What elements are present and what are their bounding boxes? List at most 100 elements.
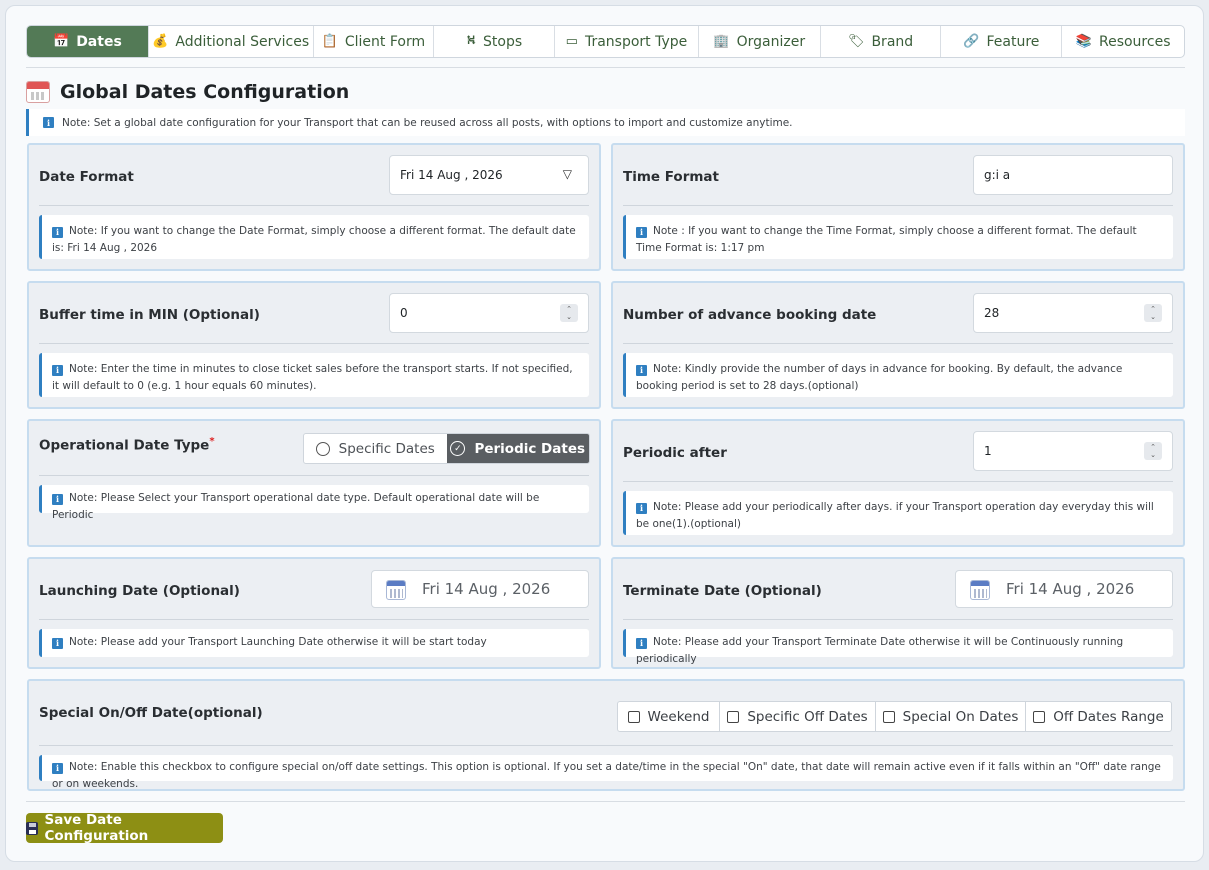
tab-transport-type[interactable]: ▭ Transport Type	[555, 26, 699, 57]
calendar-icon	[26, 81, 50, 103]
checkbox-off-dates-range[interactable]: Off Dates Range	[1026, 702, 1171, 731]
tab-client-form[interactable]: 📋 Client Form	[314, 26, 435, 57]
launching-date-label: Launching Date (Optional)	[39, 583, 240, 599]
advance-booking-card: Number of advance booking date 28 ⌃ ⌄ i No…	[611, 281, 1185, 409]
tab-feature[interactable]: 🔗 Feature	[941, 26, 1063, 57]
terminate-date-card: Terminate Date (Optional) Fri 14 Aug , 2…	[611, 557, 1185, 669]
info-icon: i	[52, 227, 63, 238]
number-spinner[interactable]: ⌃ ⌄	[1144, 304, 1162, 322]
divider	[623, 343, 1173, 344]
info-icon: i	[636, 638, 647, 649]
tab-bar: 📅 Dates 💰 Additional Services 📋 Client Form…	[26, 25, 1185, 58]
buffer-time-label: Buffer time in MIN (Optional)	[39, 307, 260, 323]
buffer-time-input[interactable]: 0 ⌃ ⌄	[389, 293, 589, 333]
buffer-time-note: i Note: Enter the time in minutes to clos…	[39, 353, 589, 397]
divider	[39, 745, 1173, 746]
divider	[623, 205, 1173, 206]
advance-booking-input[interactable]: 28 ⌃ ⌄	[973, 293, 1173, 333]
time-format-input[interactable]: g:i a	[973, 155, 1173, 195]
tab-organizer[interactable]: 🏢 Organizer	[699, 26, 821, 57]
special-dates-label: Special On/Off Date(optional)	[39, 705, 263, 721]
operational-type-label: Operational Date Type*	[39, 436, 215, 454]
settings-panel: 📅 Dates 💰 Additional Services 📋 Client Form…	[5, 5, 1204, 862]
route-icon: ⛕	[466, 33, 476, 48]
divider	[26, 801, 1185, 802]
operational-type-toggle: Specific Dates ✓ Periodic Dates	[303, 433, 590, 464]
page-heading: Global Dates Configuration	[26, 81, 349, 103]
page-title: Global Dates Configuration	[60, 81, 350, 103]
periodic-after-input[interactable]: 1 ⌃ ⌄	[973, 431, 1173, 471]
info-icon: i	[52, 763, 63, 774]
link-icon: 🔗	[963, 34, 980, 49]
divider	[26, 67, 1185, 68]
required-mark: *	[209, 436, 215, 447]
money-bag-icon: 💰	[152, 34, 169, 49]
checkbox-weekend[interactable]: Weekend	[618, 702, 720, 731]
calendar-icon	[386, 580, 406, 600]
launching-date-picker[interactable]: Fri 14 Aug , 2026	[371, 570, 589, 608]
advance-booking-label: Number of advance booking date	[623, 307, 877, 323]
divider	[623, 619, 1173, 620]
info-icon: i	[636, 503, 647, 514]
dropdown-triangle-icon: ▽	[562, 167, 572, 181]
checkbox-icon	[727, 710, 740, 723]
periodic-after-label: Periodic after	[623, 445, 727, 461]
check-circle-icon: ✓	[450, 441, 466, 456]
tab-dates[interactable]: 📅 Dates	[27, 26, 149, 57]
books-icon: 📚	[1075, 34, 1092, 49]
date-format-select[interactable]: Fri 14 Aug , 2026 ▽	[389, 155, 589, 195]
special-dates-card: Special On/Off Date(optional) Weekend Sp…	[27, 679, 1185, 791]
special-dates-checkboxes: Weekend Specific Off Dates Special On Da…	[617, 701, 1172, 732]
tab-resources[interactable]: 📚 Resources	[1062, 26, 1184, 57]
card-icon: ▭	[565, 34, 578, 49]
time-format-label: Time Format	[623, 169, 719, 185]
date-format-card: Date Format Fri 14 Aug , 2026 ▽ i Note: I…	[27, 143, 601, 271]
tag-icon: 🏷	[847, 34, 865, 49]
operational-type-card: Operational Date Type* Specific Dates ✓ P…	[27, 419, 601, 547]
time-format-card: Time Format g:i a i Note : If you want to…	[611, 143, 1185, 271]
building-icon: 🏢	[713, 34, 730, 49]
page-note: i Note: Set a global date configuration …	[26, 109, 1185, 136]
tab-additional-services[interactable]: 💰 Additional Services	[149, 26, 314, 57]
divider	[39, 475, 589, 476]
info-icon: i	[52, 494, 63, 505]
floppy-disk-icon	[26, 821, 39, 835]
info-icon: i	[52, 365, 63, 376]
terminate-date-note: i Note: Please add your Transport Termina…	[623, 629, 1173, 665]
special-dates-note: i Note: Enable this checkbox to configure…	[39, 755, 1173, 790]
number-spinner[interactable]: ⌃ ⌄	[1144, 442, 1162, 460]
advance-booking-note: i Note: Kindly provide the number of days…	[623, 353, 1173, 397]
divider	[39, 205, 589, 206]
info-icon: i	[43, 117, 54, 128]
tab-stops[interactable]: ⛕ Stops	[434, 26, 556, 57]
checkbox-icon	[1033, 710, 1046, 723]
info-icon: i	[52, 638, 63, 649]
info-icon: i	[636, 227, 647, 238]
terminate-date-picker[interactable]: Fri 14 Aug , 2026	[955, 570, 1173, 608]
divider	[39, 343, 589, 344]
number-spinner[interactable]: ⌃ ⌄	[560, 304, 578, 322]
launching-date-card: Launching Date (Optional) Fri 14 Aug , 2…	[27, 557, 601, 669]
save-date-configuration-button[interactable]: Save Date Configuration	[26, 812, 223, 844]
checkbox-icon	[882, 710, 895, 723]
radio-periodic-dates[interactable]: ✓ Periodic Dates	[446, 434, 589, 463]
checkbox-special-on-dates[interactable]: Special On Dates	[876, 702, 1026, 731]
tab-brand[interactable]: 🏷 Brand	[821, 26, 942, 57]
clipboard-icon: 📋	[321, 34, 338, 49]
terminate-date-label: Terminate Date (Optional)	[623, 583, 822, 599]
launching-date-note: i Note: Please add your Transport Launchi…	[39, 629, 589, 657]
time-format-note: i Note : If you want to change the Time F…	[623, 215, 1173, 259]
info-icon: i	[636, 365, 647, 376]
radio-empty-icon	[315, 441, 330, 456]
checkbox-icon	[627, 710, 640, 723]
date-format-label: Date Format	[39, 169, 134, 185]
periodic-after-note: i Note: Please add your periodically afte…	[623, 491, 1173, 535]
checkbox-specific-off-dates[interactable]: Specific Off Dates	[720, 702, 876, 731]
operational-type-note: i Note: Please Select your Transport oper…	[39, 485, 589, 521]
calendar-icon: 📅	[53, 34, 70, 49]
date-format-note: i Note: If you want to change the Date Fo…	[39, 215, 589, 259]
divider	[623, 481, 1173, 482]
divider	[39, 619, 589, 620]
radio-specific-dates[interactable]: Specific Dates	[304, 434, 447, 463]
buffer-time-card: Buffer time in MIN (Optional) 0 ⌃ ⌄ i Note…	[27, 281, 601, 409]
